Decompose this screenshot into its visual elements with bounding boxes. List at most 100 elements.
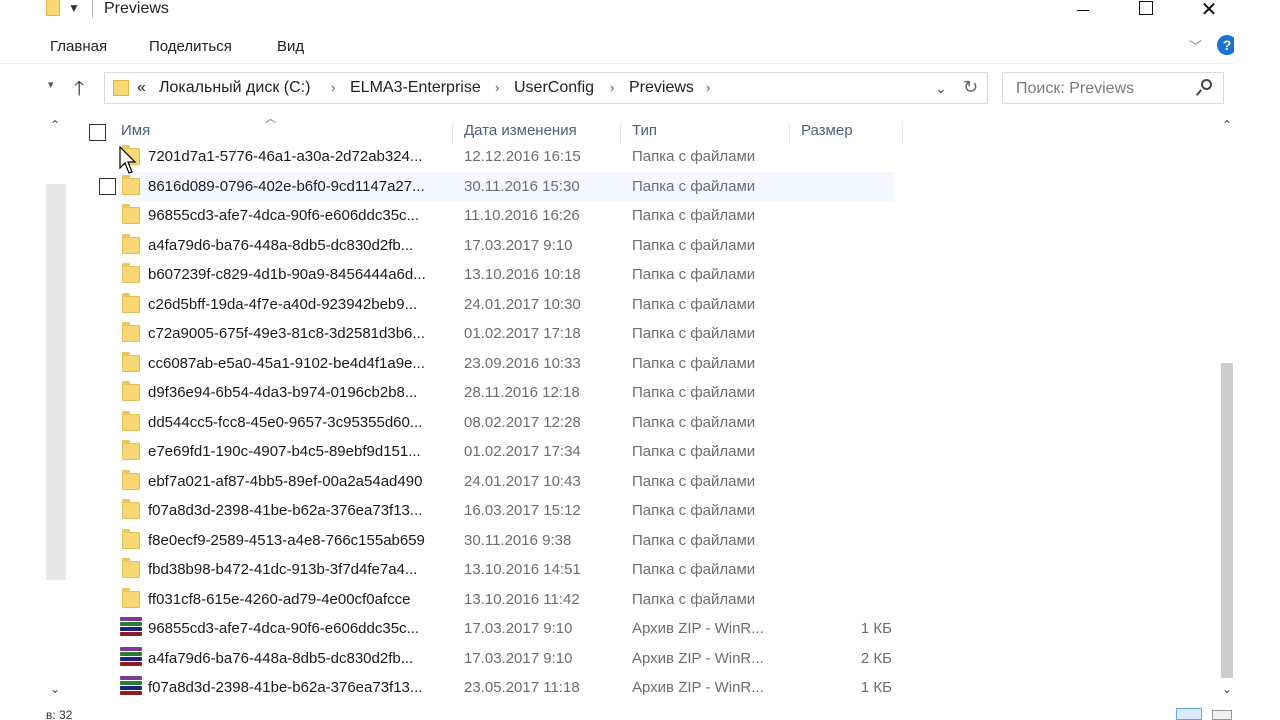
zip-file-row[interactable]: a4fa79d6-ba76-448a-8db5-dc830d2fb... 17.0… [0,644,1234,673]
zip-file-row[interactable]: 96855cd3-afe7-4dca-90f6-e606ddc35c... 17.… [0,614,1234,643]
column-header-date[interactable]: Дата изменения [464,122,577,139]
file-name: a4fa79d6-ba76-448a-8db5-dc830d2fb... [148,236,414,254]
file-date: 16.03.2017 15:12 [464,502,581,519]
winrar-archive-icon [120,676,142,698]
column-header-name[interactable]: Имя [121,122,150,139]
zip-file-row[interactable]: f07a8d3d-2398-41be-b62a-376ea73f13... 23.… [0,673,1234,702]
breadcrumb-userconfig[interactable]: UserConfig [514,79,594,97]
title-bar: ▼ Previews ✕ [0,0,1234,28]
file-date: 24.01.2017 10:43 [464,472,581,490]
file-name: 96855cd3-afe7-4dca-90f6-e606ddc35c... [148,207,420,224]
window-title: Previews [104,0,169,17]
select-all-checkbox[interactable] [89,124,106,141]
file-name: 8616d089-0796-402e-b6f0-9cd1147a27... [148,177,425,195]
file-type: Папка с файлами [632,177,756,195]
details-view-icon[interactable] [1176,708,1202,720]
breadcrumb-separator-icon[interactable]: › [331,80,335,95]
column-divider[interactable] [902,122,903,144]
folder-icon [122,174,140,195]
folder-icon [122,292,140,313]
recent-locations-chevron-icon[interactable]: ▾ [48,78,54,91]
scrollbar-thumb[interactable] [1221,363,1233,678]
folder-row[interactable]: b607239f-c829-4d1b-90a9-8456444a6d... 13.… [0,260,1234,289]
folder-row[interactable]: f8e0ecf9-2589-4513-a4e8-766c155ab659 30.1… [0,526,1234,555]
row-checkbox[interactable] [99,177,116,195]
refresh-icon[interactable]: ↻ [963,77,978,98]
folder-row[interactable]: e7e69fd1-190c-4907-b4c5-89ebf9d151... 01.… [0,437,1234,466]
file-name: ebf7a021-af87-4bb5-89ef-00a2a54ad490 [148,472,423,490]
minimize-icon [1077,9,1089,11]
folder-row[interactable]: c72a9005-675f-49e3-81c8-3d2581d3b6... 01.… [0,319,1234,348]
folder-row[interactable]: d9f36e94-6b54-4da3-b974-0196cb2b8... 28.1… [0,378,1234,407]
quick-access-dropdown-icon[interactable]: ▼ [68,1,80,15]
status-bar: в: 32 [46,706,1234,720]
folder-row[interactable]: 8616d089-0796-402e-b6f0-9cd1147a27... 30.… [0,171,1234,201]
file-name: d9f36e94-6b54-4da3-b974-0196cb2b8... [148,384,418,401]
file-type: Папка с файлами [632,531,756,549]
folder-row[interactable]: dd544cc5-fcc8-45e0-9657-3c95355d60... 08.… [0,408,1234,437]
folder-row[interactable]: ebf7a021-af87-4bb5-89ef-00a2a54ad490 24.0… [0,467,1234,496]
file-type: Архив ZIP - WinR... [632,679,764,696]
file-type: Папка с файлами [632,502,756,519]
breadcrumb-local-disk[interactable]: Локальный диск (C:) [159,79,310,97]
address-bar[interactable]: « Локальный диск (C:) › ELMA3-Enterprise… [104,72,988,104]
folder-icon [122,469,140,490]
maximize-button[interactable] [1123,0,1169,20]
minimize-button[interactable] [1060,0,1106,20]
file-name: fbd38b98-b472-41dc-913b-3f7d4fe7a4... [148,561,418,578]
folder-row[interactable]: 96855cd3-afe7-4dca-90f6-e606ddc35c... 11.… [0,201,1234,230]
scroll-up-icon[interactable]: ⌃ [1222,118,1232,132]
address-dropdown-icon[interactable]: ⌄ [935,80,947,97]
folder-icon [122,381,140,401]
tab-view[interactable]: Вид [277,38,304,55]
breadcrumb-separator-icon[interactable]: › [706,80,710,95]
file-date: 24.01.2017 10:30 [464,295,581,313]
file-name: cc6087ab-e5a0-45a1-9102-be4d4f1a9e... [148,354,425,372]
file-type: Папка с файлами [632,472,756,490]
tab-home[interactable]: Главная [50,38,107,55]
file-size: 1 КБ [860,620,892,637]
file-name: c72a9005-675f-49e3-81c8-3d2581d3b6... [148,325,425,342]
folder-row[interactable]: f07a8d3d-2398-41be-b62a-376ea73f13... 16.… [0,496,1234,525]
large-icons-view-icon[interactable] [1212,710,1232,720]
tab-share[interactable]: Поделиться [149,38,232,55]
ribbon-expand-chevron-icon[interactable]: ﹀ [1189,36,1202,55]
file-name: c26d5bff-19da-4f7e-a40d-923942beb9... [148,295,418,313]
folder-row[interactable]: a4fa79d6-ba76-448a-8db5-dc830d2fb... 17.0… [0,231,1234,260]
folder-row[interactable]: ff031cf8-615e-4260-ad79-4e00cf0afcce 13.1… [0,585,1234,614]
column-divider[interactable] [789,122,790,144]
file-date: 12.12.2016 16:15 [464,148,581,165]
scroll-down-icon[interactable]: ⌄ [1222,682,1232,696]
folder-row[interactable]: 7201d7a1-5776-46a1-a30a-2d72ab324... 12.1… [0,142,1234,171]
quick-access-folder-icon[interactable] [46,0,60,16]
folder-row[interactable]: fbd38b98-b472-41dc-913b-3f7d4fe7a4... 13.… [0,555,1234,584]
quick-access-separator [92,0,93,18]
folder-icon [122,410,140,431]
breadcrumb-separator-icon[interactable]: › [495,80,499,95]
column-header-type[interactable]: Тип [632,122,657,139]
file-date: 08.02.2017 12:28 [464,413,581,431]
breadcrumb-elma3[interactable]: ELMA3-Enterprise [350,79,481,97]
navpane-scroll-up-icon[interactable]: ⌃ [50,118,60,132]
up-arrow-button[interactable]: 🡑 [74,74,84,108]
column-divider[interactable] [620,122,621,144]
folder-row[interactable]: cc6087ab-e5a0-45a1-9102-be4d4f1a9e... 23.… [0,349,1234,378]
breadcrumb-previews[interactable]: Previews [629,79,694,97]
column-header-size[interactable]: Размер [801,122,853,139]
file-type: Папка с файлами [632,413,756,431]
column-divider[interactable] [452,122,453,144]
search-input[interactable]: Поиск: Previews [1002,72,1224,104]
breadcrumb-overflow[interactable]: « [137,79,146,97]
close-icon: ✕ [1200,0,1218,21]
file-list-scrollbar[interactable]: ⌃ ⌄ [1220,118,1234,700]
file-date: 28.11.2016 12:18 [464,384,580,401]
breadcrumb-separator-icon[interactable]: › [610,80,614,95]
file-name: b607239f-c829-4d1b-90a9-8456444a6d... [148,266,426,283]
file-name: f07a8d3d-2398-41be-b62a-376ea73f13... [148,502,423,519]
folder-row[interactable]: c26d5bff-19da-4f7e-a40d-923942beb9... 24.… [0,290,1234,319]
search-icon[interactable] [1195,79,1213,97]
close-button[interactable]: ✕ [1186,0,1232,20]
file-size: 1 КБ [860,679,892,696]
folder-icon [122,322,140,342]
winrar-archive-icon [120,617,142,639]
